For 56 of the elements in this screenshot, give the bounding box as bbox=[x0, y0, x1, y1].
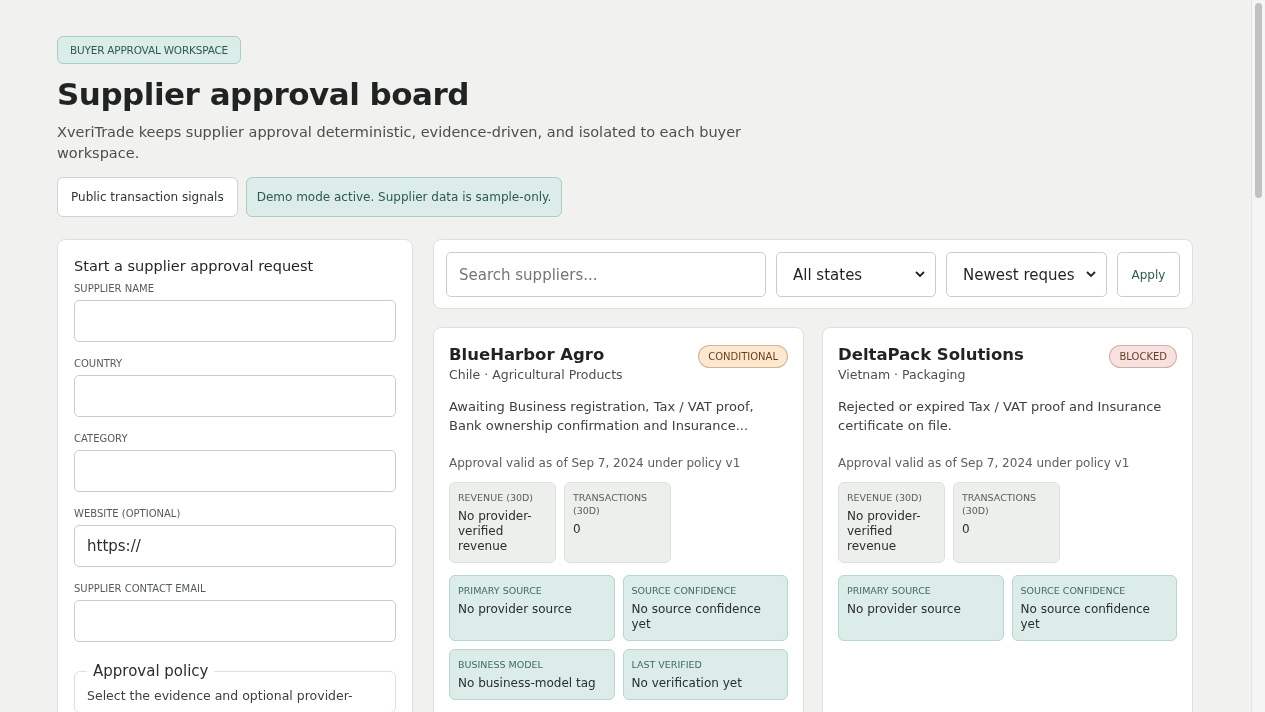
input-field[interactable] bbox=[74, 375, 396, 417]
input-field[interactable]: https:// bbox=[74, 525, 396, 567]
tile-value: 0 bbox=[962, 522, 971, 537]
scrollbar[interactable] bbox=[1251, 0, 1265, 712]
tile-label: TRANSACTIONS (30D) bbox=[573, 491, 648, 517]
field-label: SUPPLIER NAME bbox=[74, 283, 155, 294]
input-field[interactable] bbox=[74, 600, 396, 642]
input-field[interactable] bbox=[74, 300, 396, 342]
tile-value: No provider-verified revenue bbox=[458, 509, 533, 554]
supplier-name: BlueHarbor Agro bbox=[449, 345, 606, 364]
tile-label: REVENUE (30D) bbox=[847, 491, 923, 504]
tile-value: 0 bbox=[573, 522, 582, 537]
tile-label: REVENUE (30D) bbox=[458, 491, 534, 504]
field-label: WEBSITE (OPTIONAL) bbox=[74, 508, 182, 519]
tile-value: No provider-verified revenue bbox=[847, 509, 922, 554]
chevron-down-icon bbox=[915, 271, 925, 278]
workspace-badge: BUYER APPROVAL WORKSPACE bbox=[57, 36, 241, 64]
policy-legend: Approval policy bbox=[87, 662, 215, 680]
tile-label: PRIMARY SOURCE bbox=[458, 584, 543, 597]
search-field[interactable]: Search suppliers... bbox=[446, 252, 766, 297]
tile-value: No provider source bbox=[847, 602, 962, 617]
field-label: COUNTRY bbox=[74, 358, 124, 369]
tile-value: No verification yet bbox=[631, 676, 743, 691]
tile-label: BUSINESS MODEL bbox=[458, 658, 544, 671]
chevron-down-icon bbox=[1086, 271, 1096, 278]
status-summary: Rejected or expired Tax / VAT proof and Insurance certificate on file. bbox=[838, 398, 1163, 435]
validity-note: Approval valid as of Sep 7, 2024 under policy v1 bbox=[449, 456, 742, 470]
policy-text: Select the evidence and optional provider- bbox=[87, 688, 354, 704]
tile-value: No provider source bbox=[458, 602, 573, 617]
select-field[interactable]: All states bbox=[776, 252, 936, 297]
input-field[interactable] bbox=[74, 450, 396, 492]
status-badge: BLOCKED bbox=[1109, 345, 1177, 368]
tile-label: SOURCE CONFIDENCE bbox=[631, 584, 738, 597]
tile-label: LAST VERIFIED bbox=[631, 658, 703, 671]
select-field[interactable]: Newest reques bbox=[946, 252, 1107, 297]
field-label: SUPPLIER CONTACT EMAIL bbox=[74, 583, 207, 594]
supplier-name: DeltaPack Solutions bbox=[838, 345, 1024, 364]
scrollbar-thumb[interactable] bbox=[1255, 3, 1262, 198]
status-summary: Awaiting Business registration, Tax / VAT proof, Bank ownership confirmation and Insurance... bbox=[449, 398, 755, 435]
validity-note: Approval valid as of Sep 7, 2024 under policy v1 bbox=[838, 456, 1131, 470]
demo-notice: Demo mode active. Supplier data is sample-only. bbox=[245, 177, 563, 217]
tile-value: No source confidence yet bbox=[631, 602, 762, 632]
form-title: Start a supplier approval request bbox=[74, 258, 315, 274]
field-label: CATEGORY bbox=[74, 433, 129, 444]
tile-value: No source confidence yet bbox=[1020, 602, 1151, 632]
tile-value: No business-model tag bbox=[458, 676, 597, 691]
page-title: Supplier approval board bbox=[57, 76, 470, 112]
tile-label: TRANSACTIONS (30D) bbox=[962, 491, 1037, 517]
supplier-meta: Chile · Agricultural Products bbox=[449, 367, 623, 382]
tile-label: PRIMARY SOURCE bbox=[847, 584, 932, 597]
status-badge: CONDITIONAL bbox=[698, 345, 788, 368]
signals-button[interactable]: Public transaction signals bbox=[57, 177, 238, 217]
apply-button[interactable]: Apply bbox=[1117, 252, 1180, 297]
tile-label: SOURCE CONFIDENCE bbox=[1020, 584, 1127, 597]
supplier-meta: Vietnam · Packaging bbox=[838, 367, 967, 382]
page-description: XveriTrade keeps supplier approval deterministic, evidence-driven, and isolated to each buyer workspace. bbox=[57, 123, 743, 163]
